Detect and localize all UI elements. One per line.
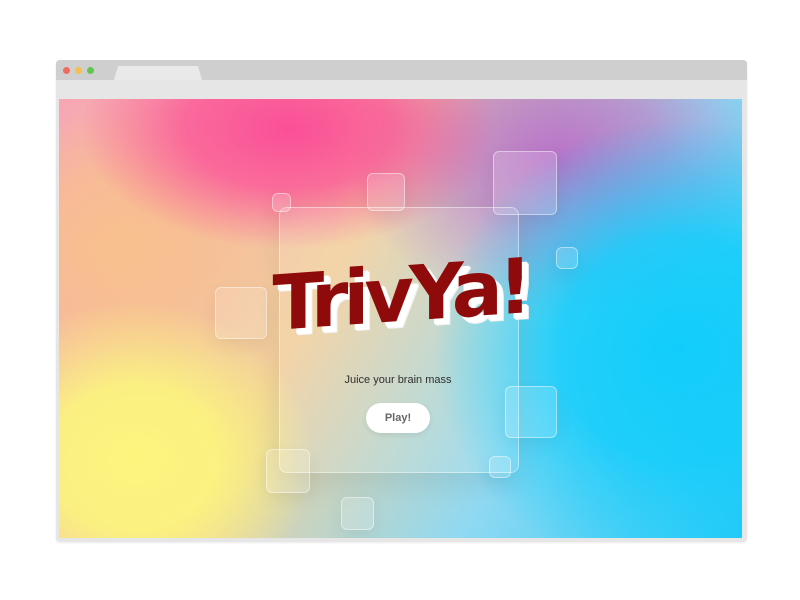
trivya-logo: TrivYa! <box>272 240 528 348</box>
close-window-button[interactable] <box>63 67 70 74</box>
decor-glass-square <box>505 386 557 438</box>
page-viewport: TrivYa! Juice your brain mass Play! <box>59 99 742 538</box>
decor-glass-square <box>367 173 405 211</box>
browser-toolbar <box>56 80 747 98</box>
decor-glass-square <box>266 449 310 493</box>
minimize-window-button[interactable] <box>75 67 82 74</box>
tagline: Juice your brain mass <box>344 374 452 386</box>
decor-glass-square <box>489 456 511 478</box>
decor-glass-square <box>493 151 557 215</box>
window-controls <box>63 67 94 74</box>
tab-bar <box>56 60 747 80</box>
decor-glass-square <box>341 497 374 530</box>
browser-tab[interactable] <box>114 66 202 80</box>
maximize-window-button[interactable] <box>87 67 94 74</box>
decor-glass-square <box>556 247 578 269</box>
browser-window: TrivYa! Juice your brain mass Play! <box>56 60 747 542</box>
play-button[interactable]: Play! <box>366 403 430 433</box>
